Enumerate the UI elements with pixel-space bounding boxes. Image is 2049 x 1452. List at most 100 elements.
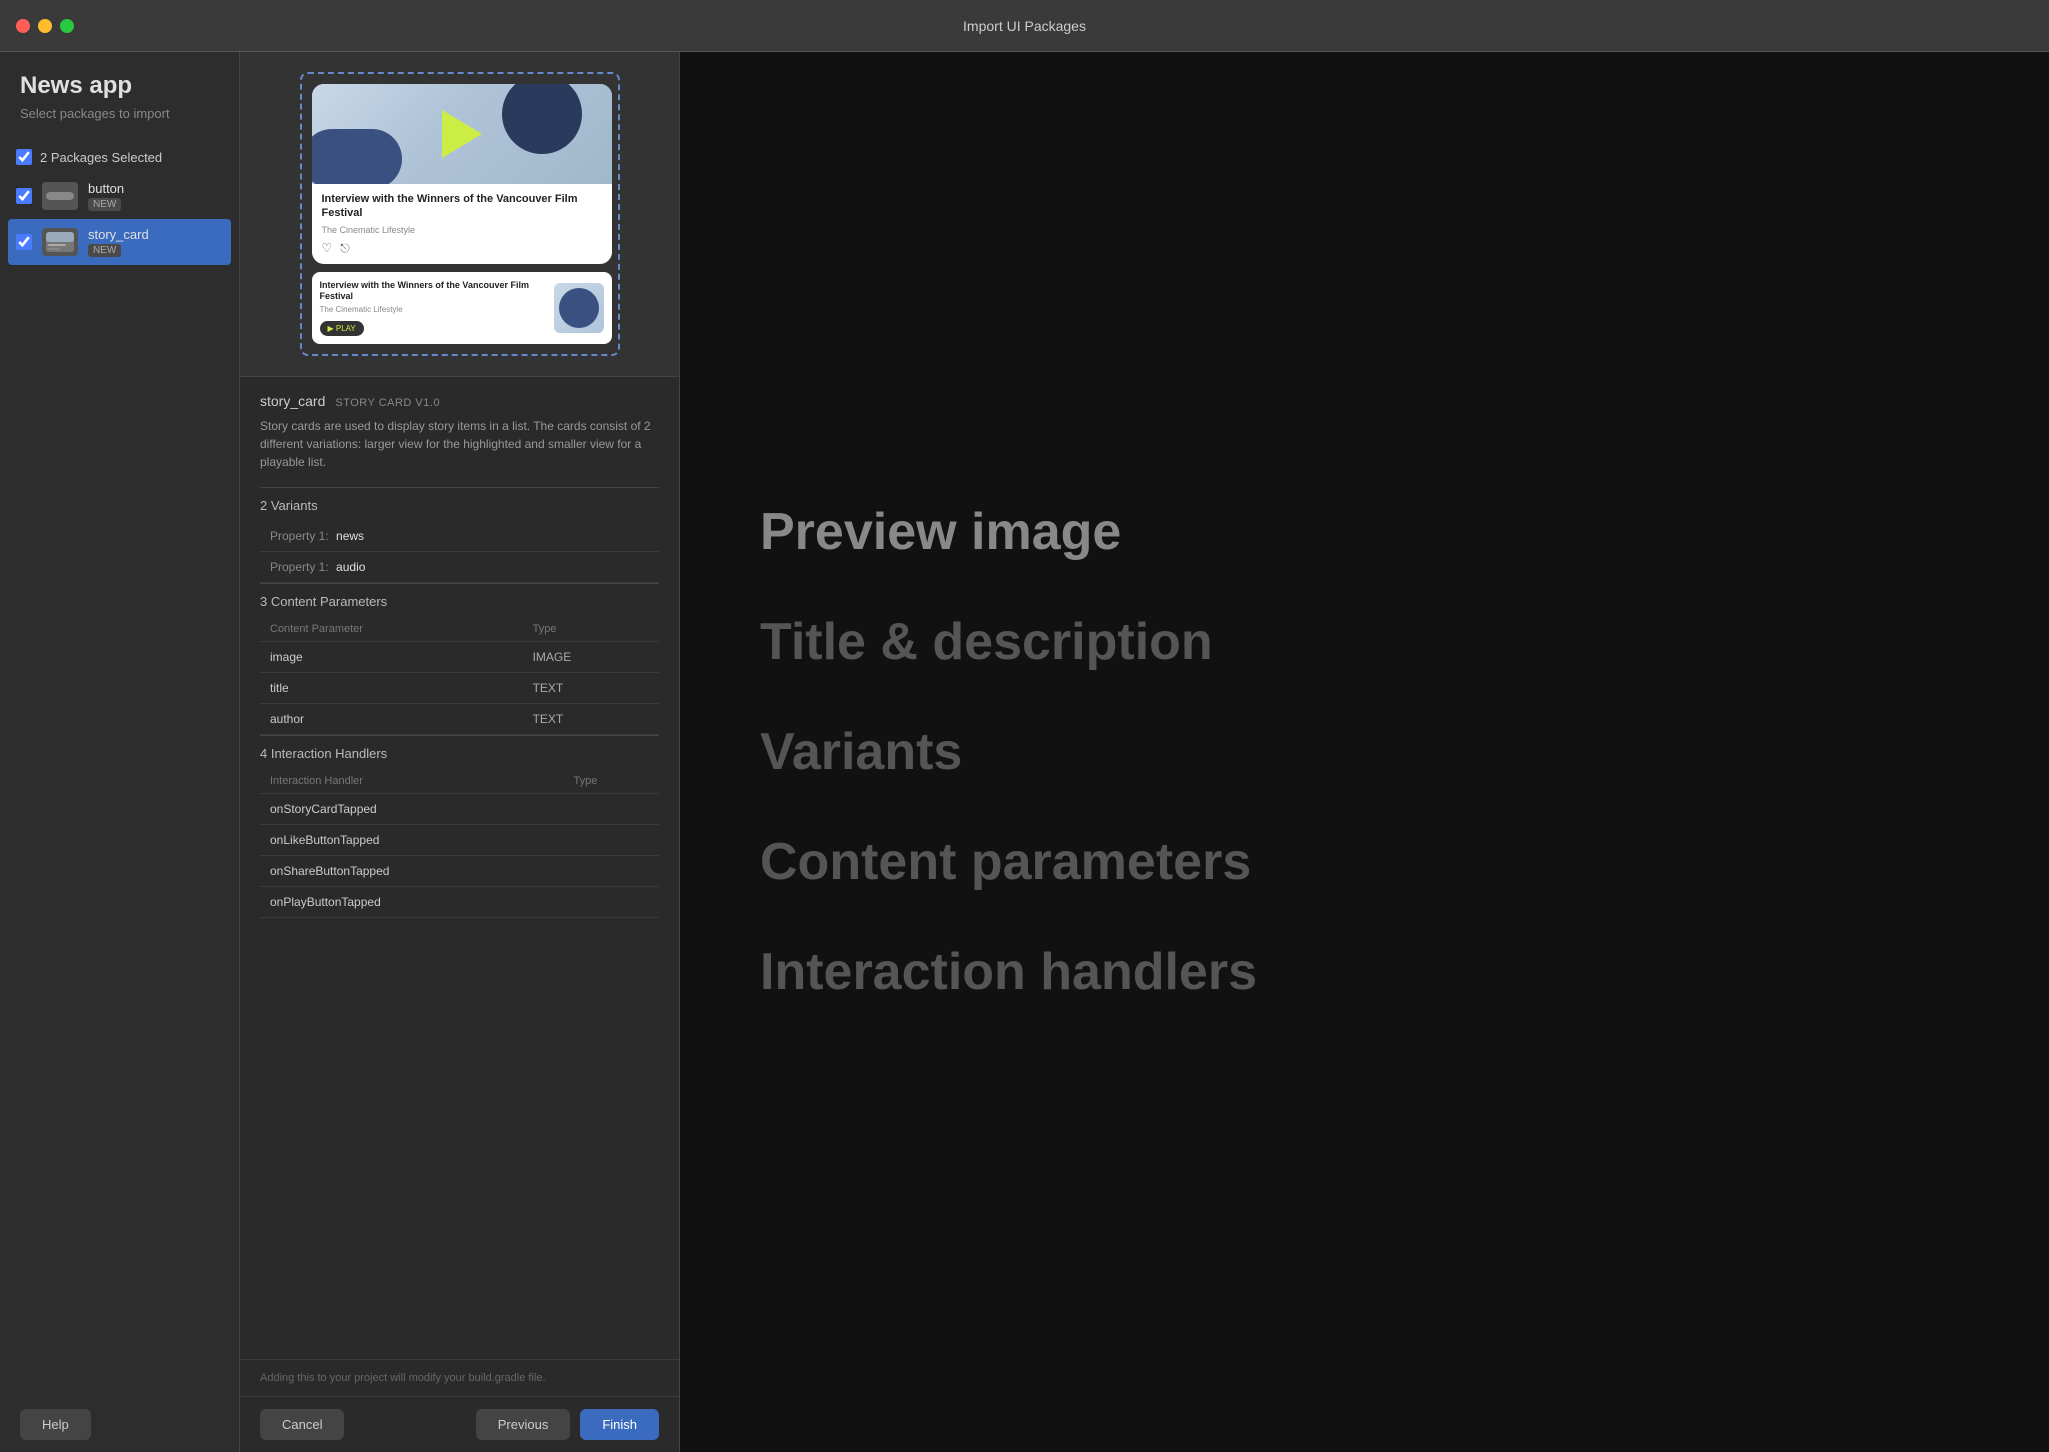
handler-play-tapped-name: onPlayButtonTapped (260, 886, 564, 917)
content-params-table: Content Parameter Type image IMAGE title… (260, 617, 659, 735)
handler-like-tapped-type (564, 824, 659, 855)
play-button-small[interactable]: ▶ PLAY (320, 321, 364, 336)
close-button[interactable] (16, 19, 30, 33)
finish-button[interactable]: Finish (580, 1409, 659, 1440)
handler-row-share-tapped: onShareButtonTapped (260, 855, 659, 886)
image-shape-2 (312, 129, 402, 184)
story-card-icon (42, 228, 78, 256)
content-params-label: 3 Content Parameters (260, 583, 659, 617)
maximize-button[interactable] (60, 19, 74, 33)
content-param-image-name: image (260, 641, 523, 672)
bottom-left-buttons: Help Cancel (260, 1409, 344, 1440)
handler-row-play-tapped: onPlayButtonTapped (260, 886, 659, 917)
story-card-small-author: The Cinematic Lifestyle (320, 305, 546, 314)
interaction-handlers-label: 4 Interaction Handlers (260, 735, 659, 769)
story-card-small: Interview with the Winners of the Vancou… (312, 272, 612, 344)
content-param-image-type: IMAGE (523, 641, 659, 672)
story-card-item-badge: NEW (88, 244, 121, 257)
button-checkbox[interactable] (16, 188, 32, 204)
handler-like-tapped-name: onLikeButtonTapped (260, 824, 564, 855)
sidebar-item-button[interactable]: button NEW (0, 173, 239, 219)
sidebar: News app Select packages to import 2 Pac… (0, 52, 240, 1452)
previous-button[interactable]: Previous (476, 1409, 571, 1440)
thumb-shape (559, 288, 599, 328)
right-panel-interaction-handlers: Interaction handlers (760, 942, 1969, 1002)
story-card-checkbox[interactable] (16, 234, 32, 250)
right-panel-preview-image: Preview image (760, 502, 1969, 562)
button-item-name: button (88, 181, 124, 196)
interaction-handler-col-header: Interaction Handler (260, 769, 564, 794)
footer-note: Adding this to your project will modify … (240, 1359, 679, 1396)
variant-row-2: Property 1: audio (260, 552, 659, 583)
sidebar-item-story-card[interactable]: story_card NEW (8, 219, 231, 265)
story-card-item-name: story_card (88, 227, 149, 242)
help-button[interactable]: Help (20, 1409, 91, 1440)
handler-row-story-tapped: onStoryCardTapped (260, 793, 659, 824)
button-icon (42, 182, 78, 210)
handler-row-like-tapped: onLikeButtonTapped (260, 824, 659, 855)
content-param-author-name: author (260, 703, 523, 734)
right-panel-title-description: Title & description (760, 612, 1969, 672)
content-param-type-header: Type (523, 617, 659, 642)
handler-play-tapped-type (564, 886, 659, 917)
handler-story-tapped-name: onStoryCardTapped (260, 793, 564, 824)
story-card-item-info: story_card NEW (88, 227, 149, 257)
variant-prop-1: Property 1: (270, 529, 329, 543)
interaction-handler-type-header: Type (564, 769, 659, 794)
preview-card-container: Interview with the Winners of the Vancou… (300, 72, 620, 356)
main-layout: News app Select packages to import 2 Pac… (0, 52, 2049, 1452)
details-header: story_card STORY CARD V1.0 (260, 393, 659, 409)
image-shape-1 (502, 84, 582, 154)
all-packages-checkbox[interactable] (16, 149, 32, 165)
window-title: Import UI Packages (963, 18, 1086, 34)
content-param-row-image: image IMAGE (260, 641, 659, 672)
variant-prop-2: Property 1: (270, 560, 329, 574)
play-triangle (442, 110, 482, 158)
story-card-large-image (312, 84, 612, 184)
content-param-col-header: Content Parameter (260, 617, 523, 642)
handler-story-tapped-type (564, 793, 659, 824)
story-card-large-author: The Cinematic Lifestyle (322, 225, 602, 235)
packages-count-label: 2 Packages Selected (40, 150, 162, 165)
center-panel: Interview with the Winners of the Vancou… (240, 52, 680, 1452)
story-card-large: Interview with the Winners of the Vancou… (312, 84, 612, 264)
sidebar-subtitle: Select packages to import (0, 106, 239, 141)
interaction-handlers-table: Interaction Handler Type onStoryCardTapp… (260, 769, 659, 918)
right-panel: Preview image Title & description Varian… (680, 52, 2049, 1452)
content-param-title-name: title (260, 672, 523, 703)
handler-share-tapped-name: onShareButtonTapped (260, 855, 564, 886)
component-name: story_card (260, 393, 325, 409)
packages-section-header: 2 Packages Selected (0, 141, 239, 173)
content-param-row-title: title TEXT (260, 672, 659, 703)
right-panel-content-parameters: Content parameters (760, 832, 1969, 892)
right-panel-variants: Variants (760, 722, 1969, 782)
preview-area: Interview with the Winners of the Vancou… (240, 52, 679, 377)
minimize-button[interactable] (38, 19, 52, 33)
button-item-badge: NEW (88, 198, 121, 211)
bottom-right-buttons: Previous Finish (476, 1409, 659, 1440)
variant-value-2: audio (336, 560, 365, 574)
version-label: STORY CARD V1.0 (335, 397, 440, 409)
handler-share-tapped-type (564, 855, 659, 886)
like-icon[interactable]: ♡ (322, 241, 333, 255)
content-param-author-type: TEXT (523, 703, 659, 734)
story-card-large-body: Interview with the Winners of the Vancou… (312, 184, 612, 264)
story-card-small-text: Interview with the Winners of the Vancou… (320, 280, 546, 336)
variant-row-1: Property 1: news (260, 521, 659, 552)
bottom-buttons: Help Cancel Previous Finish (240, 1396, 679, 1452)
variants-label: 2 Variants (260, 487, 659, 521)
share-icon[interactable]: ⎋ (340, 241, 350, 256)
story-card-small-title: Interview with the Winners of the Vancou… (320, 280, 546, 303)
cancel-button[interactable]: Cancel (260, 1409, 344, 1440)
variant-value-1: news (336, 529, 364, 543)
details-section: story_card STORY CARD V1.0 Story cards a… (240, 377, 679, 1359)
window-controls[interactable] (16, 19, 74, 33)
buttons-wrapper: Help Cancel Previous Finish (260, 1409, 659, 1440)
app-title: News app (0, 72, 239, 106)
button-item-info: button NEW (88, 181, 124, 211)
content-param-row-author: author TEXT (260, 703, 659, 734)
story-card-small-thumbnail (554, 283, 604, 333)
story-card-large-actions: ♡ ⎋ (322, 241, 602, 256)
content-param-title-type: TEXT (523, 672, 659, 703)
story-card-large-title: Interview with the Winners of the Vancou… (322, 192, 602, 221)
